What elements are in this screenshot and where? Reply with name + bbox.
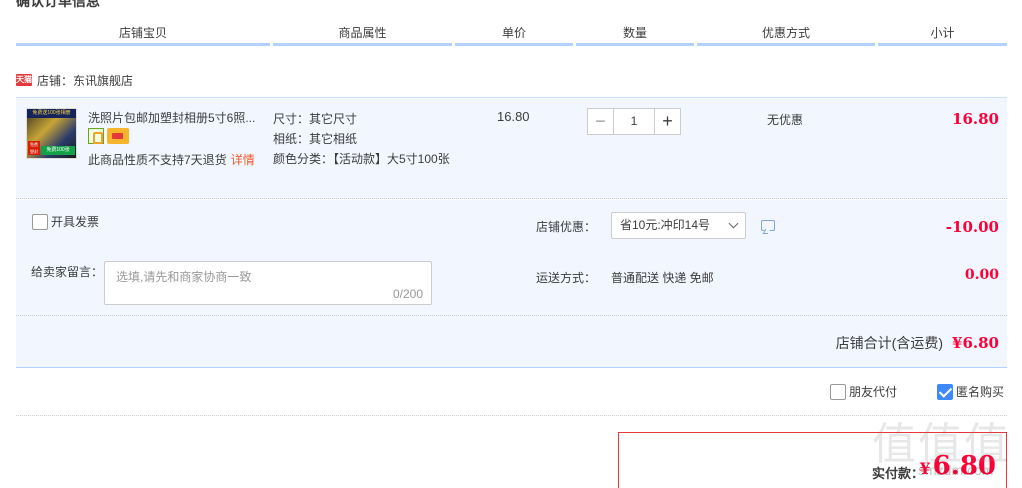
product-attributes: 尺寸：其它尺寸 相纸：其它相纸 颜色分类：【活动款】大5寸100张 xyxy=(273,109,463,169)
thumb-promo-text: 免费送100张相册 xyxy=(27,109,76,118)
tmall-icon: 天猫 xyxy=(16,74,32,86)
column-quantity: 数量 xyxy=(576,22,694,46)
column-shop-item: 店铺宝贝 xyxy=(16,22,270,46)
paid-label: 实付款： xyxy=(872,466,925,481)
discount-method: 无优惠 xyxy=(767,113,804,127)
detail-link[interactable]: 详情 xyxy=(231,153,255,167)
shop-total: 店铺合计(含运费) ¥6.80 xyxy=(836,333,999,353)
attr-paper: 相纸：其它相纸 xyxy=(273,132,358,146)
quantity-stepper: − 1 + xyxy=(587,108,681,135)
shipping-fee: 0.00 xyxy=(964,267,999,283)
coupon-select[interactable]: 省10元:冲印14号 xyxy=(611,212,746,239)
invoice-label: 开具发票 xyxy=(51,215,100,229)
chevron-down-icon xyxy=(728,218,739,229)
currency-symbol: ¥ xyxy=(919,459,931,478)
shop-discount-label: 店铺优惠： xyxy=(536,220,597,234)
invoice-checkbox[interactable] xyxy=(32,213,48,230)
decrease-button[interactable]: − xyxy=(587,108,614,135)
friend-pay-option[interactable]: 朋友代付 xyxy=(830,383,897,400)
credit-card-icon[interactable] xyxy=(107,128,129,144)
paid-amount-value: 6.80 xyxy=(932,451,996,481)
item-subtotal: 16.80 xyxy=(952,110,999,128)
shop-discount-value: -10.00 xyxy=(945,218,999,236)
message-placeholder: 选填,请先和商家协商一致 xyxy=(116,270,252,284)
friend-pay-checkbox[interactable] xyxy=(830,383,846,400)
column-subtotal: 小计 xyxy=(878,22,1007,46)
attr-color: 颜色分类：【活动款】大5寸100张 xyxy=(273,152,450,166)
thumb-badge-text: 免费 塑封 xyxy=(28,141,40,155)
column-discount: 优惠方式 xyxy=(697,22,875,46)
message-label: 给卖家留言： xyxy=(31,265,104,279)
unit-price: 16.80 xyxy=(497,109,530,124)
order-info-panel: 开具发票 给卖家留言： 选填,请先和商家协商一致 0/200 店铺优惠： 省10… xyxy=(16,200,1007,368)
product-title-link[interactable]: 洗照片包邮加塑封相册5寸6照... xyxy=(88,109,263,126)
shop-row: 天猫 店铺：东讯旗舰店 xyxy=(16,70,133,90)
cart-item-row: 免费送100张相册 免费 塑封 免费100张 洗照片包邮加塑封相册5寸6照...… xyxy=(16,97,1007,199)
coupon-selected-value: 省10元:冲印14号 xyxy=(620,218,711,232)
column-attributes: 商品属性 xyxy=(273,22,452,46)
invoice-option[interactable]: 开具发票 xyxy=(32,213,99,230)
increase-button[interactable]: + xyxy=(654,108,681,135)
anonymous-option[interactable]: 匿名购买 xyxy=(937,383,1004,400)
cart-column-header: 店铺宝贝 商品属性 单价 数量 优惠方式 小计 xyxy=(16,22,1007,46)
divider xyxy=(16,315,1007,316)
divider xyxy=(16,415,1007,416)
shop-total-label: 店铺合计(含运费) xyxy=(835,335,944,351)
payment-options: 朋友代付 匿名购买 xyxy=(830,383,1004,400)
friend-pay-label: 朋友代付 xyxy=(849,385,898,399)
anonymous-label: 匿名购买 xyxy=(956,385,1005,399)
quantity-input[interactable]: 1 xyxy=(613,108,655,135)
message-counter: 0/200 xyxy=(392,287,423,301)
guarantee-icon[interactable] xyxy=(88,128,104,144)
payment-summary-box: 实付款： ¥ 6.80 xyxy=(618,432,1007,488)
no-return-notice: 此商品性质不支持7天退货 详情 xyxy=(88,151,255,168)
attr-size: 尺寸：其它尺寸 xyxy=(273,112,358,126)
product-thumbnail[interactable]: 免费送100张相册 免费 塑封 免费100张 xyxy=(26,108,77,159)
thumb-promo-text-bottom: 免费100张 xyxy=(41,146,75,155)
shop-name-link[interactable]: 店铺：东讯旗舰店 xyxy=(37,72,133,89)
anonymous-checkbox[interactable] xyxy=(937,383,954,400)
shop-total-value: ¥6.80 xyxy=(952,334,999,352)
chat-bubble-icon[interactable] xyxy=(761,220,775,231)
seller-message-input[interactable]: 选填,请先和商家协商一致 0/200 xyxy=(104,261,432,305)
shipping-label: 运送方式： xyxy=(536,271,597,285)
no-return-text: 此商品性质不支持7天退货 xyxy=(88,153,227,167)
service-icons xyxy=(88,128,129,144)
page-section-title: 确认订单信息 xyxy=(16,0,100,9)
paid-amount: ¥ 6.80 xyxy=(920,451,996,481)
column-unit-price: 单价 xyxy=(455,22,573,46)
shipping-method: 普通配送 快递 免邮 xyxy=(611,271,714,285)
